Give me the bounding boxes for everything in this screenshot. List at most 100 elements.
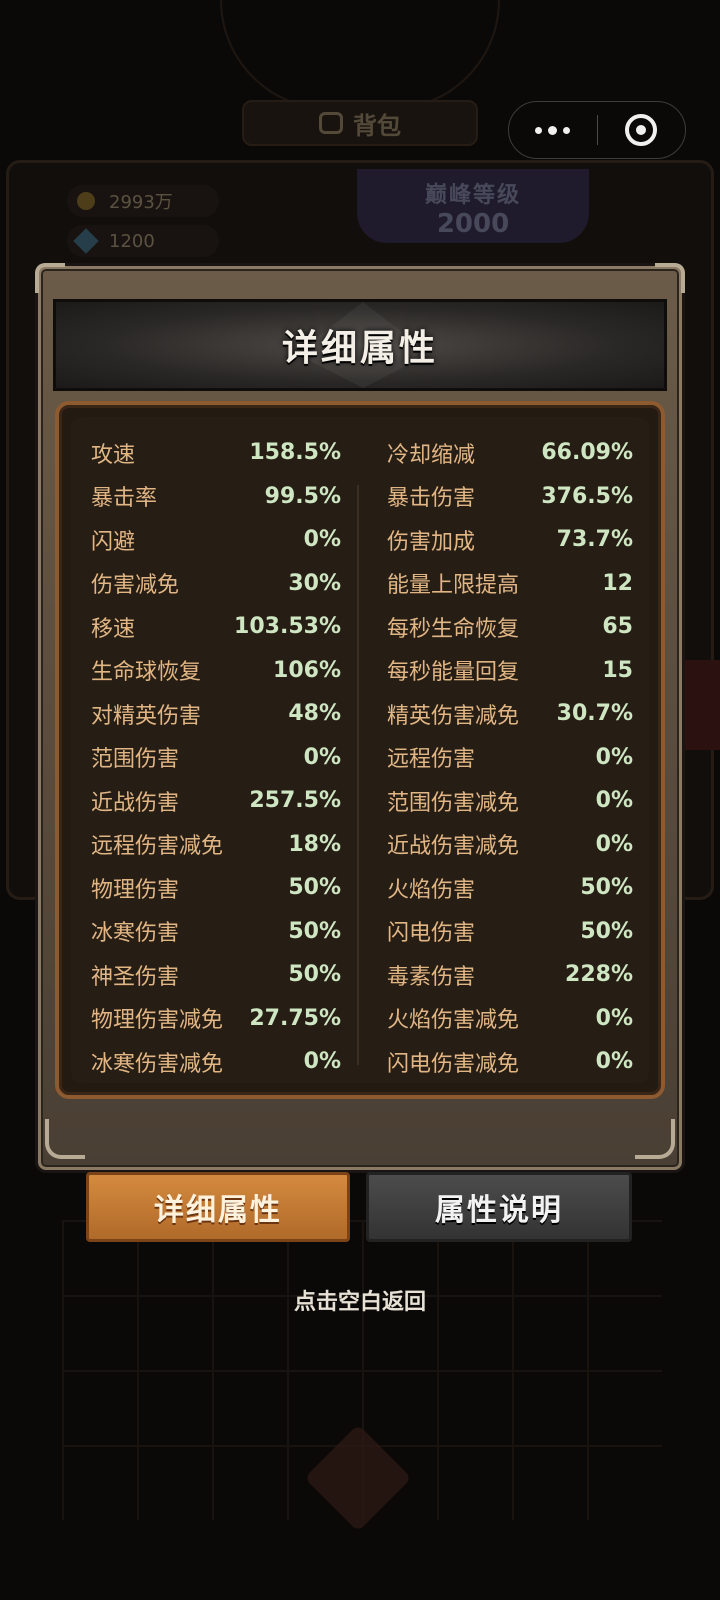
dot-icon xyxy=(548,125,558,135)
stat-label: 范围伤害 xyxy=(91,747,180,773)
stat-value: 99.5% xyxy=(264,483,341,509)
stat-label: 远程伤害减免 xyxy=(91,834,224,860)
stat-label: 闪电伤害减免 xyxy=(387,1051,520,1077)
bag-tab: 背包 xyxy=(242,100,478,146)
panel-header: 详细属性 xyxy=(53,299,667,391)
stat-row: 每秒生命恢复 65 xyxy=(387,605,633,649)
stat-value: 18% xyxy=(288,831,341,857)
bag-tab-label: 背包 xyxy=(353,111,401,140)
stat-value: 48% xyxy=(288,701,341,727)
stat-label: 伤害加成 xyxy=(387,529,476,555)
more-dots-icon[interactable] xyxy=(509,102,597,158)
stat-value: 15 xyxy=(602,657,633,683)
top-ornament xyxy=(220,0,500,110)
stat-label: 冰寒伤害减免 xyxy=(91,1051,224,1077)
stat-value: 0% xyxy=(595,744,633,770)
stats-box: 攻速 158.5% 暴击率 99.5% 闪避 0% 伤害减免 30% 移速 103.53% 生命球恢… xyxy=(55,401,665,1099)
stat-row: 毒素伤害 228% xyxy=(387,953,633,997)
stat-value: 73.7% xyxy=(556,527,633,553)
gem-icon xyxy=(73,228,99,254)
panel-title: 详细属性 xyxy=(281,328,438,369)
stat-value: 65 xyxy=(602,614,633,640)
stat-label: 暴击伤害 xyxy=(387,486,476,512)
bag-icon xyxy=(319,112,343,134)
tap-blank-to-return-hint[interactable]: 点击空白返回 xyxy=(0,1284,720,1316)
corner-ornament xyxy=(35,263,65,293)
stat-row: 生命球恢复 106% xyxy=(91,649,341,693)
stat-value: 0% xyxy=(303,1049,341,1075)
stat-row: 每秒能量回复 15 xyxy=(387,649,633,693)
stat-value: 228% xyxy=(565,962,633,988)
stat-value: 257.5% xyxy=(249,788,341,814)
stat-label: 闪电伤害 xyxy=(387,921,476,947)
target-close-icon[interactable] xyxy=(598,102,686,158)
stat-row: 火焰伤害 50% xyxy=(387,866,633,910)
stat-label: 伤害减免 xyxy=(91,573,180,599)
stat-label: 毒素伤害 xyxy=(387,964,476,990)
tab-detail-attributes[interactable]: 详细属性 xyxy=(86,1172,350,1242)
stat-row: 物理伤害 50% xyxy=(91,866,341,910)
miniprogram-capsule xyxy=(508,101,686,159)
gem-counter: 1200 xyxy=(67,225,219,257)
stat-row: 远程伤害减免 18% xyxy=(91,823,341,867)
stat-row: 冷却缩减 66.09% xyxy=(387,431,633,475)
left-stats-column: 攻速 158.5% 暴击率 99.5% 闪避 0% 伤害减免 30% 移速 103.53% 生命球恢… xyxy=(91,431,341,1084)
corner-ornament xyxy=(45,1119,85,1159)
stat-row: 范围伤害减免 0% xyxy=(387,779,633,823)
stat-row: 近战伤害减免 0% xyxy=(387,823,633,867)
stat-label: 冰寒伤害 xyxy=(91,921,180,947)
peak-level-title: 巅峰等级 xyxy=(424,183,521,208)
stat-value: 106% xyxy=(273,657,341,683)
stat-value: 50% xyxy=(288,918,341,944)
stat-row: 对精英伤害 48% xyxy=(91,692,341,736)
stat-label: 神圣伤害 xyxy=(91,964,180,990)
corner-ornament xyxy=(655,263,685,293)
stat-row: 近战伤害 257.5% xyxy=(91,779,341,823)
stat-label: 精英伤害减免 xyxy=(387,703,520,729)
stat-row: 能量上限提高 12 xyxy=(387,562,633,606)
stat-label: 能量上限提高 xyxy=(387,573,520,599)
stat-value: 158.5% xyxy=(249,440,341,466)
stat-label: 每秒生命恢复 xyxy=(387,616,520,642)
stat-label: 范围伤害减免 xyxy=(387,790,520,816)
stat-value: 30.7% xyxy=(556,701,633,727)
gold-counter: 2993万 xyxy=(67,185,219,217)
stat-label: 物理伤害 xyxy=(91,877,180,903)
stat-row: 物理伤害减免 27.75% xyxy=(91,997,341,1041)
attribute-panel: 详细属性 攻速 158.5% 暴击率 99.5% 闪避 0% 伤害减免 30% 移速 103.53… xyxy=(35,263,685,1170)
corner-ornament xyxy=(635,1119,675,1159)
stat-row: 闪电伤害 50% xyxy=(387,910,633,954)
gem-amount: 1200 xyxy=(109,230,155,252)
stat-row: 范围伤害 0% xyxy=(91,736,341,780)
stat-row: 移速 103.53% xyxy=(91,605,341,649)
stat-value: 30% xyxy=(288,570,341,596)
stat-label: 近战伤害 xyxy=(91,790,180,816)
stat-row: 暴击率 99.5% xyxy=(91,475,341,519)
stat-value: 376.5% xyxy=(541,483,633,509)
stat-label: 生命球恢复 xyxy=(91,660,202,686)
gold-coin-icon xyxy=(77,192,95,210)
stat-value: 0% xyxy=(303,744,341,770)
tab-attribute-explanation[interactable]: 属性说明 xyxy=(366,1172,632,1242)
stat-value: 0% xyxy=(595,1049,633,1075)
stat-row: 神圣伤害 50% xyxy=(91,953,341,997)
stat-value: 0% xyxy=(595,1005,633,1031)
stat-label: 近战伤害减免 xyxy=(387,834,520,860)
stat-value: 27.75% xyxy=(249,1005,341,1031)
stat-row: 冰寒伤害 50% xyxy=(91,910,341,954)
stat-row: 暴击伤害 376.5% xyxy=(387,475,633,519)
stat-label: 冷却缩减 xyxy=(387,442,476,468)
stat-row: 伤害加成 73.7% xyxy=(387,518,633,562)
stat-row: 伤害减免 30% xyxy=(91,562,341,606)
stat-value: 50% xyxy=(288,962,341,988)
stat-row: 攻速 158.5% xyxy=(91,431,341,475)
stat-label: 远程伤害 xyxy=(387,747,476,773)
stat-row: 精英伤害减免 30.7% xyxy=(387,692,633,736)
stat-value: 12 xyxy=(602,570,633,596)
stat-row: 远程伤害 0% xyxy=(387,736,633,780)
stat-row: 闪避 0% xyxy=(91,518,341,562)
stat-value: 50% xyxy=(580,875,633,901)
side-strip xyxy=(684,660,720,750)
stat-label: 物理伤害减免 xyxy=(91,1008,224,1034)
dot-icon xyxy=(535,126,543,134)
